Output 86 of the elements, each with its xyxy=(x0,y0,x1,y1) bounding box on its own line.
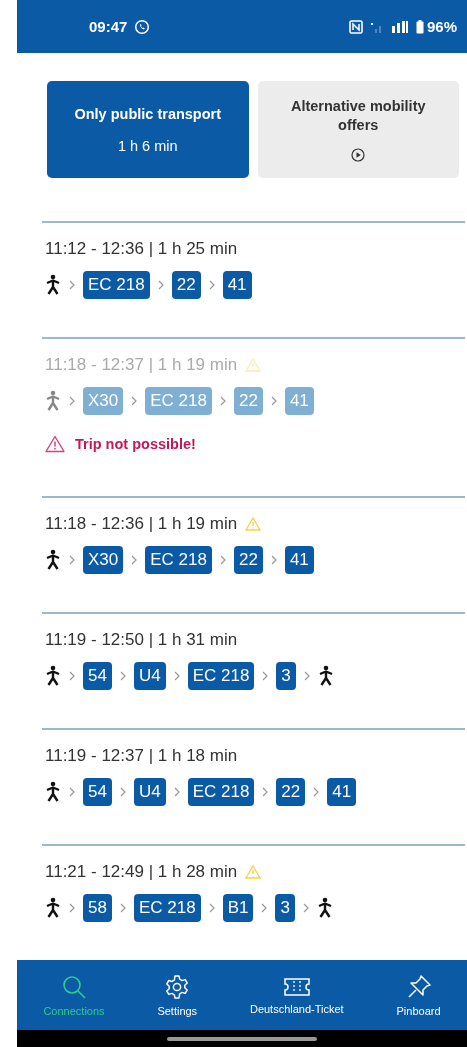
line-badge: X30 xyxy=(83,387,124,415)
chevron-icon xyxy=(131,396,138,406)
signal-icon xyxy=(390,19,409,34)
trip-item[interactable]: 11:19 - 12:50 | 1 h 31 min 54 U4 EC 218 3 xyxy=(42,612,465,728)
line-badge: EC 218 xyxy=(145,387,212,415)
chevron-icon xyxy=(119,787,126,797)
nfc-icon xyxy=(348,19,363,34)
chevron-icon xyxy=(219,555,226,565)
walking-person-icon xyxy=(45,549,61,571)
home-indicator[interactable] xyxy=(167,1036,317,1041)
trip-times: 11:12 - 12:36 | 1 h 25 min xyxy=(45,239,238,259)
line-badge: EC 218 xyxy=(187,778,255,806)
trip-item[interactable]: 11:18 - 12:36 | 1 h 19 min X30 EC 218 22 41 xyxy=(42,496,465,612)
chevron-icon xyxy=(131,555,138,565)
nav-tab[interactable]: Pinboard xyxy=(394,969,443,1021)
chevron-icon xyxy=(119,671,126,681)
line-badge: B1 xyxy=(222,894,254,922)
chevron-icon xyxy=(219,396,226,406)
chevron-icon xyxy=(157,280,164,290)
chevron-icon xyxy=(119,903,126,913)
trip-times: 11:21 - 12:49 | 1 h 28 min xyxy=(45,862,238,882)
chevron-icon xyxy=(303,671,310,681)
battery-level: 96% xyxy=(426,18,457,35)
line-badge: EC 218 xyxy=(187,662,255,690)
line-badge: EC 218 xyxy=(133,894,201,922)
chevron-icon xyxy=(173,787,180,797)
line-badge: 22 xyxy=(233,546,263,574)
chevron-icon xyxy=(261,903,268,913)
chevron-icon xyxy=(69,280,75,290)
line-badge: 22 xyxy=(171,271,201,299)
line-badge: EC 218 xyxy=(145,546,212,574)
battery-icon xyxy=(415,19,424,34)
trip-times: 11:19 - 12:37 | 1 h 18 min xyxy=(45,746,238,766)
clock: 09:47 xyxy=(89,18,128,35)
line-badge: 22 xyxy=(233,387,263,415)
chevron-icon xyxy=(69,555,75,565)
nav-tab[interactable]: Deutschland-Ticket xyxy=(247,971,346,1019)
walking-person-icon xyxy=(45,390,61,412)
chevron-icon xyxy=(262,671,269,681)
chevron-icon xyxy=(208,280,215,290)
line-badge: 41 xyxy=(222,271,252,299)
chevron-icon xyxy=(173,671,180,681)
walking-person-icon xyxy=(45,665,61,687)
walking-person-icon xyxy=(316,897,333,919)
line-badge: U4 xyxy=(133,662,166,690)
trip-times: 11:18 - 12:36 | 1 h 19 min xyxy=(45,514,238,534)
walking-person-icon xyxy=(45,781,61,803)
line-badge: 3 xyxy=(276,662,296,690)
search-icon xyxy=(61,973,87,1000)
trip-times: 11:18 - 12:37 | 1 h 19 min xyxy=(45,355,238,375)
walking-person-icon xyxy=(317,665,334,687)
chevron-icon xyxy=(313,787,320,797)
line-badge: X30 xyxy=(83,546,124,574)
ticket-icon xyxy=(282,975,311,998)
chevron-icon xyxy=(208,903,215,913)
warning-icon xyxy=(45,435,65,453)
nav-tab[interactable]: Settings xyxy=(155,969,200,1021)
chevron-icon xyxy=(270,396,277,406)
line-badge: U4 xyxy=(133,778,166,806)
line-badge: 54 xyxy=(83,778,112,806)
settings-icon xyxy=(164,973,191,1000)
line-badge: 41 xyxy=(284,387,314,415)
line-badge: EC 218 xyxy=(83,271,150,299)
mode-tab[interactable]: Only public transport 1 h 6 min xyxy=(47,81,249,178)
chevron-icon xyxy=(302,903,309,913)
line-badge: 41 xyxy=(327,778,357,806)
line-badge: 58 xyxy=(83,894,112,922)
trip-times: 11:19 - 12:50 | 1 h 31 min xyxy=(45,630,238,650)
line-badge: 41 xyxy=(284,546,314,574)
line-badge: 54 xyxy=(83,662,112,690)
error-message: Trip not possible! xyxy=(75,436,196,452)
chevron-icon xyxy=(69,787,75,797)
chevron-icon xyxy=(69,396,75,406)
walking-person-icon xyxy=(45,897,61,919)
chevron-icon xyxy=(69,903,75,913)
play-icon xyxy=(351,148,366,163)
line-badge: 3 xyxy=(275,894,295,922)
chevron-icon xyxy=(69,671,75,681)
line-badge: 22 xyxy=(276,778,306,806)
trip-item[interactable]: 11:19 - 12:37 | 1 h 18 min 54 U4 EC 218 22 41 xyxy=(42,728,465,844)
chevron-icon xyxy=(270,555,277,565)
mode-tab[interactable]: Alternative mobility offers xyxy=(257,81,459,178)
chevron-icon xyxy=(262,787,269,797)
walking-person-icon xyxy=(45,274,61,296)
chat-icon xyxy=(134,18,151,35)
trip-item[interactable]: 11:12 - 12:36 | 1 h 25 min EC 218 22 41 xyxy=(42,221,465,337)
